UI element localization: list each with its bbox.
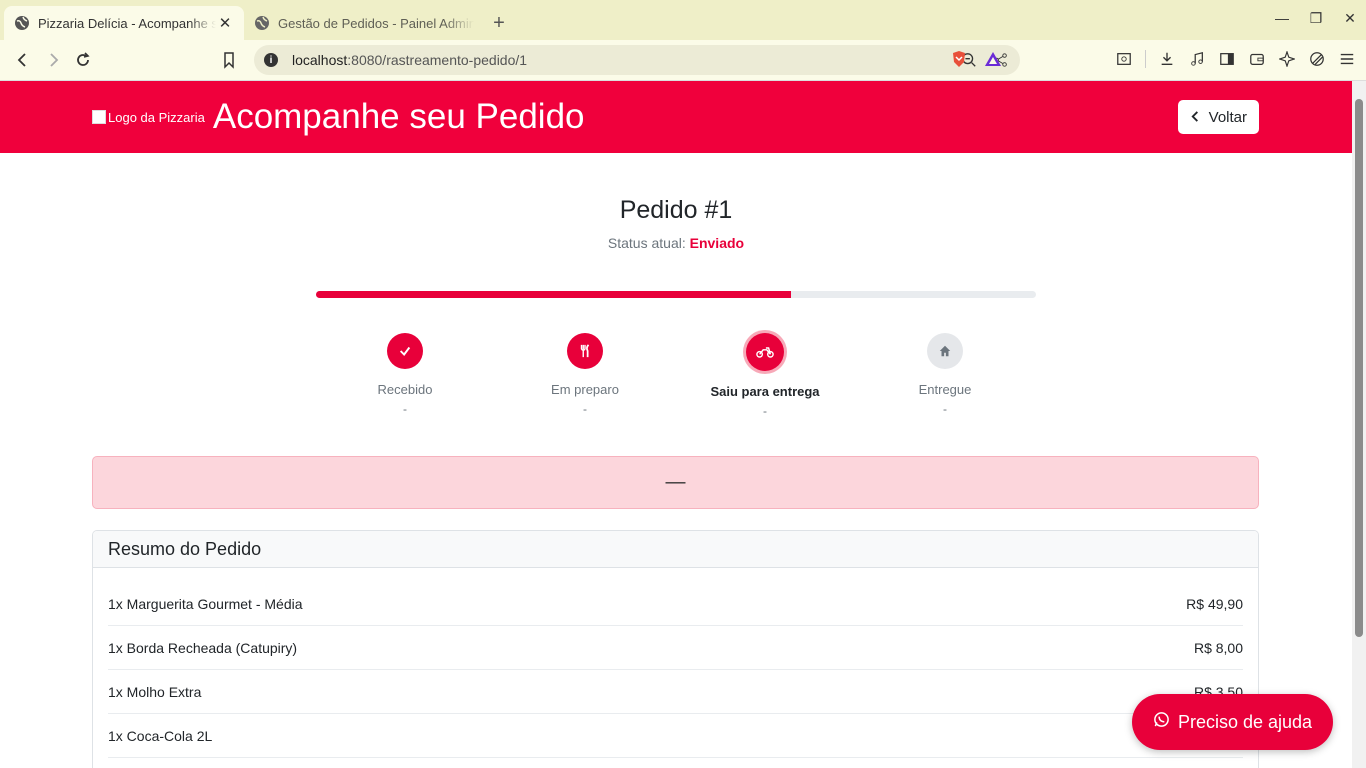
order-summary-list: 1x Marguerita Gourmet - Média R$ 49,90 1…	[93, 568, 1258, 758]
page-title: Acompanhe seu Pedido	[212, 97, 585, 136]
step-time: -	[403, 402, 407, 416]
reader-mode-icon[interactable]	[1115, 48, 1133, 70]
status-label: Status atual:	[607, 235, 686, 251]
list-item: 1x Coca-Cola 2L	[108, 714, 1243, 758]
step-em-preparo: Em preparo -	[495, 333, 675, 415]
browser-extensions	[953, 48, 1356, 70]
item-price: R$ 49,90	[1186, 595, 1243, 612]
home-icon	[927, 333, 963, 369]
page-content: Logo da Pizzaria Acompanhe seu Pedido Vo…	[0, 81, 1352, 768]
broken-image-icon	[92, 110, 106, 124]
list-item: 1x Borda Recheada (Catupiry) R$ 8,00	[108, 626, 1243, 670]
step-time: -	[943, 402, 947, 416]
item-name: 1x Borda Recheada (Catupiry)	[108, 639, 298, 656]
menu-icon[interactable]	[1338, 48, 1356, 70]
item-price: R$ 8,00	[1193, 639, 1243, 656]
help-button[interactable]: Preciso de ajuda	[1132, 694, 1333, 750]
vpn-icon[interactable]	[1308, 48, 1326, 70]
window-controls: — ❐ ✕	[1274, 10, 1358, 27]
status-value: Enviado	[689, 235, 745, 251]
logo-image: Logo da Pizzaria	[92, 110, 205, 125]
close-window-icon[interactable]: ✕	[1342, 10, 1358, 26]
forward-arrow-icon[interactable]	[38, 45, 68, 75]
back-arrow-icon[interactable]	[8, 45, 38, 75]
browser-tab-active[interactable]: Pizzaria Delícia - Acompanhe s ✕	[4, 6, 244, 40]
order-heading: Pedido #1 Status atual: Enviado	[0, 196, 1352, 251]
bookmark-icon[interactable]	[214, 45, 244, 75]
brave-shield-icon[interactable]	[950, 48, 968, 70]
step-time: -	[763, 404, 767, 418]
step-time: -	[583, 402, 587, 416]
download-icon[interactable]	[1158, 48, 1176, 70]
site-info-icon[interactable]: i	[264, 53, 278, 67]
progress-fill	[316, 291, 792, 298]
reload-icon[interactable]	[68, 45, 98, 75]
help-button-label: Preciso de ajuda	[1177, 711, 1313, 732]
item-name: 1x Coca-Cola 2L	[108, 727, 213, 744]
order-progress-bar	[316, 291, 1036, 298]
whatsapp-icon	[1153, 711, 1170, 733]
step-label: Entregue	[918, 382, 972, 397]
site-header: Logo da Pizzaria Acompanhe seu Pedido Vo…	[0, 81, 1352, 153]
step-saiu-para-entrega: Saiu para entrega -	[675, 333, 855, 417]
step-label: Em preparo	[551, 382, 619, 397]
chevron-left-icon	[1190, 109, 1201, 126]
maximize-icon[interactable]: ❐	[1308, 10, 1324, 26]
list-item: 1x Marguerita Gourmet - Média R$ 49,90	[108, 582, 1243, 626]
leo-ai-icon[interactable]	[1278, 48, 1296, 70]
alert-text: —	[665, 471, 686, 493]
minimize-icon[interactable]: —	[1274, 10, 1290, 26]
url-text[interactable]: localhost:8080/rastreamento-pedido/1	[292, 52, 960, 68]
order-summary-card: Resumo do Pedido 1x Marguerita Gourmet -…	[92, 530, 1259, 768]
order-title: Pedido #1	[619, 196, 733, 224]
step-label: Saiu para entrega	[710, 384, 820, 399]
order-status: Status atual: Enviado	[0, 235, 1352, 251]
item-name: 1x Marguerita Gourmet - Média	[108, 595, 303, 612]
globe-icon	[14, 15, 30, 31]
new-tab-button[interactable]: +	[484, 6, 514, 40]
browser-tabbar: Pizzaria Delícia - Acompanhe s ✕ Gestão …	[0, 0, 1366, 40]
scrollbar-thumb[interactable]	[1355, 99, 1363, 637]
motorcycle-icon	[746, 333, 784, 371]
music-icon[interactable]	[1188, 48, 1206, 70]
browser-tab-inactive[interactable]: Gestão de Pedidos - Painel Admin	[244, 6, 484, 40]
step-label: Recebido	[377, 382, 433, 397]
logo-alt-text: Logo da Pizzaria	[108, 109, 205, 125]
item-name: 1x Molho Extra	[108, 683, 202, 700]
check-icon	[387, 333, 423, 369]
divider	[1145, 50, 1146, 68]
back-button[interactable]: Voltar	[1177, 100, 1259, 134]
list-item: 1x Molho Extra R$ 3,50	[108, 670, 1243, 714]
page-scrollbar[interactable]	[1352, 81, 1366, 768]
tab-title: Gestão de Pedidos - Painel Admin	[278, 15, 474, 31]
step-entregue: Entregue -	[855, 333, 1035, 415]
status-alert: —	[92, 456, 1259, 509]
rewards-triangle-icon[interactable]	[984, 48, 1002, 70]
tab-title: Pizzaria Delícia - Acompanhe s	[38, 15, 216, 31]
order-summary-title: Resumo do Pedido	[93, 531, 1258, 568]
address-bar[interactable]: i localhost:8080/rastreamento-pedido/1	[254, 45, 1020, 75]
globe-icon	[254, 15, 270, 31]
sidebar-icon[interactable]	[1218, 48, 1236, 70]
close-tab-icon[interactable]: ✕	[216, 14, 234, 32]
step-recebido: Recebido -	[315, 333, 495, 415]
back-button-label: Voltar	[1208, 108, 1247, 126]
wallet-icon[interactable]	[1248, 48, 1266, 70]
utensils-icon	[567, 333, 603, 369]
